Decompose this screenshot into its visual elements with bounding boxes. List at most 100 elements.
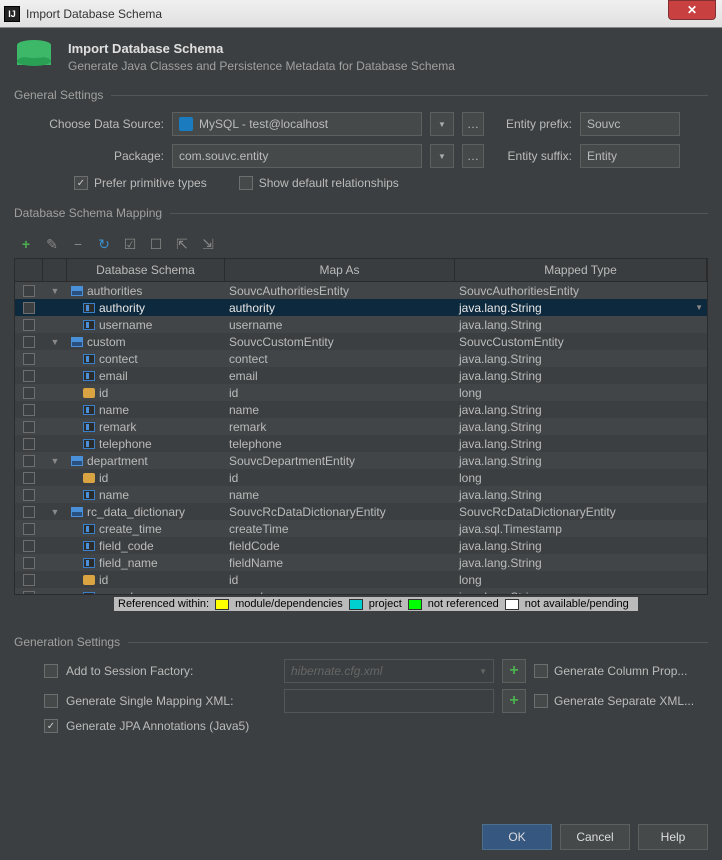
map-as-cell[interactable]: remark — [225, 590, 455, 595]
separate-xml-checkbox[interactable] — [534, 694, 548, 708]
table-row[interactable]: authorityauthorityjava.lang.String▼ — [15, 299, 707, 316]
data-source-dropdown-icon[interactable]: ▼ — [430, 112, 454, 136]
refresh-icon[interactable]: ↻ — [96, 236, 112, 252]
mapped-type-cell[interactable]: java.lang.String — [455, 420, 707, 434]
row-checkbox[interactable] — [23, 421, 35, 433]
mapped-type-cell[interactable]: java.lang.String — [455, 437, 707, 451]
table-row[interactable]: remarkremarkjava.lang.String — [15, 418, 707, 435]
row-checkbox[interactable] — [23, 523, 35, 535]
chevron-down-icon[interactable]: ▼ — [695, 303, 703, 312]
table-row[interactable]: ▼authoritiesSouvcAuthoritiesEntitySouvcA… — [15, 282, 707, 299]
table-row[interactable]: namenamejava.lang.String — [15, 401, 707, 418]
mapped-type-cell[interactable]: java.lang.String — [455, 488, 707, 502]
session-factory-combo[interactable]: hibernate.cfg.xml▼ — [284, 659, 494, 683]
expand-all-icon[interactable]: ⇱ — [174, 236, 190, 252]
row-checkbox[interactable] — [23, 353, 35, 365]
map-as-cell[interactable]: authority — [225, 301, 455, 315]
mapped-type-cell[interactable]: java.lang.StringSouvcCustomEntity — [455, 318, 707, 332]
mapped-type-cell[interactable]: java.lang.String — [455, 352, 707, 366]
expand-toggle[interactable]: ▼ — [43, 507, 67, 517]
session-factory-checkbox[interactable] — [44, 664, 58, 678]
table-row[interactable]: ▼customSouvcCustomEntitySouvcCustomEntit… — [15, 333, 707, 350]
close-button[interactable]: ✕ — [668, 0, 716, 20]
mapped-type-cell[interactable]: long — [455, 573, 707, 587]
deselect-all-icon[interactable]: ☐ — [148, 236, 164, 252]
package-combo[interactable]: com.souvc.entity — [172, 144, 422, 168]
table-row[interactable]: ididlong — [15, 571, 707, 588]
mapped-type-cell[interactable]: long — [455, 471, 707, 485]
entity-suffix-input[interactable]: Entity — [580, 144, 680, 168]
entity-prefix-input[interactable]: Souvc — [580, 112, 680, 136]
show-relationships-checkbox[interactable] — [239, 176, 253, 190]
mapped-type-cell[interactable]: java.lang.String — [455, 590, 707, 595]
session-factory-add-button[interactable]: + — [502, 659, 526, 683]
single-mapping-checkbox[interactable] — [44, 694, 58, 708]
table-row[interactable]: emailemailjava.lang.String — [15, 367, 707, 384]
map-as-cell[interactable]: telephone — [225, 437, 455, 451]
map-as-cell[interactable]: SouvcAuthoritiesEntity — [225, 284, 455, 298]
add-icon[interactable]: + — [18, 236, 34, 252]
header-map[interactable]: Map As — [225, 259, 455, 281]
map-as-cell[interactable]: name — [225, 488, 455, 502]
remove-icon[interactable]: − — [70, 236, 86, 252]
map-as-cell[interactable]: SouvcDepartmentEntity — [225, 454, 455, 468]
map-as-cell[interactable]: email — [225, 369, 455, 383]
map-as-cell[interactable]: fieldName — [225, 556, 455, 570]
mapped-type-cell[interactable]: java.lang.String — [455, 369, 707, 383]
package-dropdown-icon[interactable]: ▼ — [430, 144, 454, 168]
row-checkbox[interactable] — [23, 285, 35, 297]
row-checkbox[interactable] — [23, 455, 35, 467]
mapped-type-cell[interactable]: java.lang.String — [455, 454, 707, 468]
column-props-checkbox[interactable] — [534, 664, 548, 678]
map-as-cell[interactable]: id — [225, 386, 455, 400]
package-browse-button[interactable]: … — [462, 144, 484, 168]
mapped-type-cell[interactable]: java.lang.String — [455, 556, 707, 570]
map-as-cell[interactable]: username — [225, 318, 455, 332]
edit-icon[interactable]: ✎ — [44, 236, 60, 252]
collapse-all-icon[interactable]: ⇲ — [200, 236, 216, 252]
row-checkbox[interactable] — [23, 574, 35, 586]
mapped-type-cell[interactable]: long — [455, 386, 707, 400]
map-as-cell[interactable]: fieldCode — [225, 539, 455, 553]
map-as-cell[interactable]: SouvcRcDataDictionaryEntity — [225, 505, 455, 519]
mapped-type-cell[interactable]: java.lang.String — [455, 403, 707, 417]
single-mapping-add-button[interactable]: + — [502, 689, 526, 713]
expand-toggle[interactable]: ▼ — [43, 337, 67, 347]
jpa-checkbox[interactable] — [44, 719, 58, 733]
map-as-cell[interactable]: name — [225, 403, 455, 417]
row-checkbox[interactable] — [23, 506, 35, 518]
map-as-cell[interactable]: id — [225, 573, 455, 587]
row-checkbox[interactable] — [23, 302, 35, 314]
map-as-cell[interactable]: remark — [225, 420, 455, 434]
single-mapping-input[interactable] — [284, 689, 494, 713]
row-checkbox[interactable] — [23, 557, 35, 569]
mapped-type-cell[interactable]: java.sql.Timestamp — [455, 522, 707, 536]
table-row[interactable]: field_codefieldCodejava.lang.String — [15, 537, 707, 554]
row-checkbox[interactable] — [23, 336, 35, 348]
table-row[interactable]: usernameusernamejava.lang.StringSouvcCus… — [15, 316, 707, 333]
header-type[interactable]: Mapped Type — [455, 259, 707, 281]
table-row[interactable]: ididlong — [15, 469, 707, 486]
table-row[interactable]: contectcontectjava.lang.String — [15, 350, 707, 367]
row-checkbox[interactable] — [23, 438, 35, 450]
prefer-primitive-checkbox[interactable] — [74, 176, 88, 190]
row-checkbox[interactable] — [23, 591, 35, 595]
row-checkbox[interactable] — [23, 540, 35, 552]
table-row[interactable]: ▼rc_data_dictionarySouvcRcDataDictionary… — [15, 503, 707, 520]
mapped-type-cell[interactable]: SouvcCustomEntity — [455, 335, 707, 349]
header-schema[interactable]: Database Schema — [67, 259, 225, 281]
map-as-cell[interactable]: createTime — [225, 522, 455, 536]
table-row[interactable]: field_namefieldNamejava.lang.String — [15, 554, 707, 571]
data-source-combo[interactable]: MySQL - test@localhost — [172, 112, 422, 136]
table-row[interactable]: namenamejava.lang.String — [15, 486, 707, 503]
data-source-browse-button[interactable]: … — [462, 112, 484, 136]
mapped-type-cell[interactable]: SouvcRcDataDictionaryEntity — [455, 505, 707, 519]
table-row[interactable]: create_timecreateTimejava.sql.Timestamp — [15, 520, 707, 537]
map-as-cell[interactable]: SouvcCustomEntity — [225, 335, 455, 349]
map-as-cell[interactable]: contect — [225, 352, 455, 366]
mapped-type-cell[interactable]: java.lang.String▼ — [455, 301, 707, 315]
row-checkbox[interactable] — [23, 489, 35, 501]
row-checkbox[interactable] — [23, 472, 35, 484]
ok-button[interactable]: OK — [482, 824, 552, 850]
cancel-button[interactable]: Cancel — [560, 824, 630, 850]
